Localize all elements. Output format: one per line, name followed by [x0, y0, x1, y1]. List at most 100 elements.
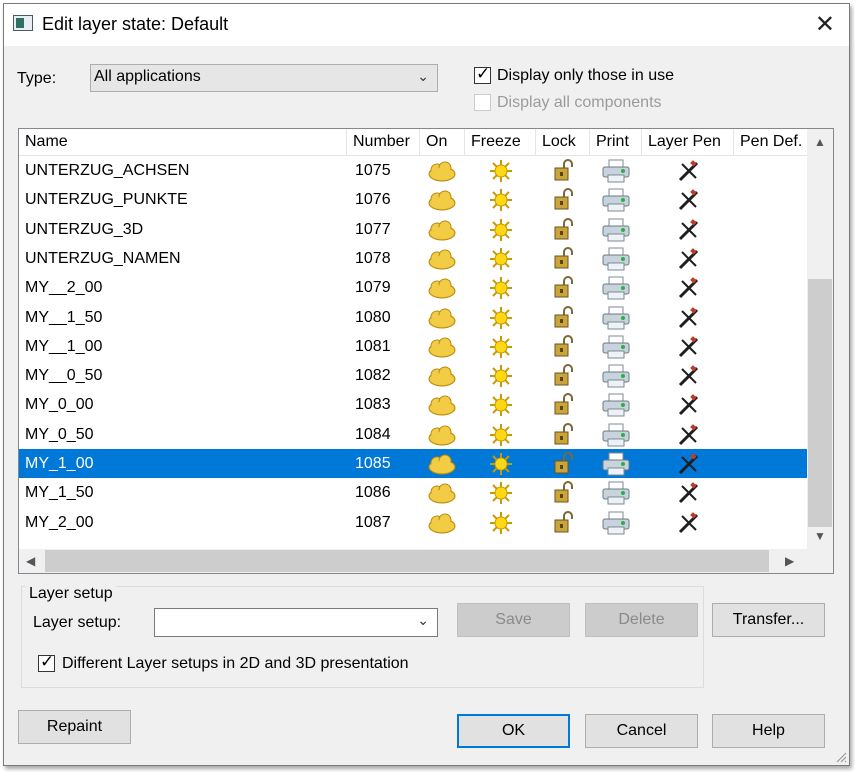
on-cloud-icon[interactable] — [427, 423, 457, 447]
printer-icon[interactable] — [601, 423, 631, 447]
lock-open-icon[interactable] — [552, 188, 582, 212]
repaint-button[interactable]: Repaint — [18, 710, 131, 744]
lock-open-icon[interactable] — [552, 246, 582, 271]
scroll-right-icon[interactable]: ▶ — [785, 554, 794, 568]
ok-button[interactable]: OK — [457, 714, 570, 748]
scroll-left-icon[interactable]: ◀ — [26, 554, 35, 568]
freeze-sun-icon[interactable] — [489, 393, 519, 417]
horizontal-scroll-thumb[interactable] — [45, 550, 769, 572]
lock-open-icon[interactable] — [552, 217, 582, 242]
freeze-sun-icon[interactable] — [489, 159, 519, 183]
lock-open-icon[interactable] — [552, 305, 582, 330]
lock-open-icon[interactable] — [552, 393, 582, 417]
layer-pen-icon[interactable] — [677, 306, 707, 330]
layer-pen-icon[interactable] — [677, 511, 707, 535]
freeze-sun-icon[interactable] — [489, 276, 519, 300]
column-header-number[interactable]: Number — [347, 129, 420, 155]
table-row[interactable]: MY__1_50 1080 — [19, 303, 807, 332]
vertical-scroll-thumb[interactable] — [808, 279, 832, 527]
printer-icon[interactable] — [601, 393, 631, 417]
freeze-sun-icon[interactable] — [489, 335, 519, 359]
on-cloud-icon[interactable] — [427, 393, 457, 417]
layer-pen-icon[interactable] — [677, 423, 707, 447]
layer-pen-icon[interactable] — [677, 276, 707, 300]
table-row[interactable]: MY_1_00 1085 — [19, 449, 807, 478]
on-cloud-icon[interactable] — [427, 306, 457, 330]
freeze-sun-icon[interactable] — [489, 423, 519, 447]
table-row[interactable]: MY__2_00 1079 — [19, 273, 807, 302]
layer-pen-icon[interactable] — [677, 481, 707, 505]
lock-open-icon[interactable] — [552, 364, 582, 388]
printer-icon[interactable] — [601, 188, 631, 212]
layer-pen-icon[interactable] — [677, 364, 707, 388]
printer-icon[interactable] — [601, 364, 631, 388]
printer-icon[interactable] — [601, 481, 631, 505]
column-header-on[interactable]: On — [420, 129, 465, 155]
delete-button[interactable]: Delete — [585, 603, 698, 637]
freeze-sun-icon[interactable] — [489, 511, 519, 535]
lock-open-icon[interactable] — [552, 452, 582, 476]
on-cloud-icon[interactable] — [427, 218, 457, 242]
column-header-freeze[interactable]: Freeze — [465, 129, 536, 155]
printer-icon[interactable] — [601, 276, 631, 300]
lock-open-icon[interactable] — [552, 481, 582, 505]
printer-icon[interactable] — [601, 511, 631, 535]
horizontal-scrollbar[interactable]: ◀ ▶ — [19, 549, 807, 573]
on-cloud-icon[interactable] — [427, 452, 457, 476]
table-row[interactable]: MY__1_00 1081 — [19, 332, 807, 361]
on-cloud-icon[interactable] — [427, 481, 457, 505]
on-cloud-icon[interactable] — [427, 276, 457, 300]
column-header-layer-pen[interactable]: Layer Pen — [642, 129, 734, 155]
freeze-sun-icon[interactable] — [489, 188, 519, 212]
layer-pen-icon[interactable] — [677, 452, 707, 476]
lock-open-icon[interactable] — [552, 159, 582, 183]
save-button[interactable]: Save — [457, 603, 570, 637]
table-row[interactable]: MY__0_50 1082 — [19, 361, 807, 390]
freeze-sun-icon[interactable] — [489, 452, 519, 476]
table-row[interactable]: MY_1_50 1086 — [19, 478, 807, 507]
type-select[interactable]: All applications ⌄ — [90, 64, 438, 92]
resize-grip-icon[interactable] — [835, 751, 847, 763]
column-header-print[interactable]: Print — [590, 129, 642, 155]
on-cloud-icon[interactable] — [427, 247, 457, 271]
scroll-down-icon[interactable]: ▼ — [814, 529, 826, 543]
layer-pen-icon[interactable] — [677, 188, 707, 212]
layer-pen-icon[interactable] — [677, 335, 707, 359]
printer-icon[interactable] — [601, 247, 631, 271]
layer-setup-select[interactable]: ⌄ — [154, 608, 438, 637]
freeze-sun-icon[interactable] — [489, 247, 519, 271]
transfer-button[interactable]: Transfer... — [712, 603, 825, 637]
on-cloud-icon[interactable] — [427, 188, 457, 212]
scroll-up-icon[interactable]: ▲ — [814, 135, 826, 149]
display-all-components-checkbox[interactable] — [474, 94, 491, 111]
layer-pen-icon[interactable] — [677, 218, 707, 242]
table-row[interactable]: MY_0_50 1084 — [19, 420, 807, 449]
on-cloud-icon[interactable] — [427, 159, 457, 183]
layer-pen-icon[interactable] — [677, 393, 707, 417]
table-row[interactable]: UNTERZUG_PUNKTE 1076 — [19, 185, 807, 214]
table-row[interactable]: MY_0_00 1083 — [19, 390, 807, 419]
column-header-pen-def[interactable]: Pen Def. — [734, 129, 807, 155]
printer-icon[interactable] — [601, 306, 631, 330]
table-row[interactable]: UNTERZUG_3D 1077 — [19, 215, 807, 244]
lock-open-icon[interactable] — [552, 422, 582, 447]
freeze-sun-icon[interactable] — [489, 364, 519, 388]
table-row[interactable]: MY_2_00 1087 — [19, 508, 807, 537]
help-button[interactable]: Help — [712, 714, 825, 748]
lock-open-icon[interactable] — [552, 510, 582, 535]
freeze-sun-icon[interactable] — [489, 481, 519, 505]
printer-icon[interactable] — [601, 159, 631, 183]
different-setups-checkbox[interactable]: ✓ — [38, 652, 55, 672]
vertical-scrollbar[interactable]: ▲ ▼ — [807, 129, 833, 549]
column-header-lock[interactable]: Lock — [536, 129, 590, 155]
lock-open-icon[interactable] — [552, 334, 582, 359]
close-icon[interactable]: ✕ — [815, 10, 835, 39]
printer-icon[interactable] — [601, 218, 631, 242]
cancel-button[interactable]: Cancel — [585, 714, 698, 748]
freeze-sun-icon[interactable] — [489, 306, 519, 330]
column-header-name[interactable]: Name — [19, 129, 347, 155]
printer-icon[interactable] — [601, 335, 631, 359]
on-cloud-icon[interactable] — [427, 511, 457, 535]
freeze-sun-icon[interactable] — [489, 218, 519, 242]
table-row[interactable]: UNTERZUG_ACHSEN 1075 — [19, 156, 807, 185]
